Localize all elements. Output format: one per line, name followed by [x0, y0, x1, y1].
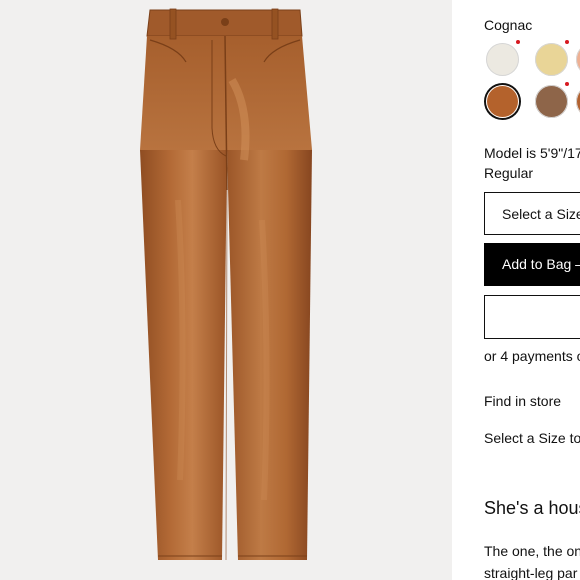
peach-swatch[interactable] — [576, 43, 580, 76]
new-badge-dot — [565, 82, 569, 86]
new-badge-dot — [565, 40, 569, 44]
add-to-bag-label: Add to Bag – — [502, 256, 580, 272]
payments-text[interactable]: or 4 payments o — [484, 348, 580, 364]
description-headline: She's a hous — [484, 498, 580, 518]
wishlist-button[interactable] — [484, 295, 580, 339]
model-info: Model is 5'9"/176 Regular — [484, 143, 580, 183]
find-in-store-link[interactable]: Find in store — [484, 393, 561, 409]
pants-illustration — [140, 8, 312, 561]
model-size-text: Regular — [484, 165, 534, 181]
description-line: straight-leg par — [484, 565, 578, 580]
selected-color-label: Cognac — [484, 17, 533, 33]
product-image[interactable] — [0, 0, 452, 580]
new-badge-dot — [516, 40, 520, 44]
butter-swatch[interactable] — [535, 40, 569, 76]
size-select[interactable]: Select a Size — [484, 192, 580, 235]
mocha-swatch[interactable] — [535, 82, 569, 118]
description-body: The one, the onl straight-leg par — [484, 540, 580, 580]
description-line: The one, the onl — [484, 543, 580, 559]
size-hint-text: Select a Size to — [484, 430, 580, 446]
add-to-bag-button[interactable]: Add to Bag – — [484, 243, 580, 286]
product-info-panel: Cognac Model is 5'9"/176 Regular Select … — [452, 0, 580, 580]
rust-swatch[interactable] — [576, 85, 580, 118]
model-height-text: Model is 5'9"/176 — [484, 145, 580, 161]
size-select-label: Select a Size — [502, 206, 580, 222]
cream-swatch[interactable] — [486, 40, 520, 76]
cognac-swatch[interactable] — [486, 85, 519, 118]
